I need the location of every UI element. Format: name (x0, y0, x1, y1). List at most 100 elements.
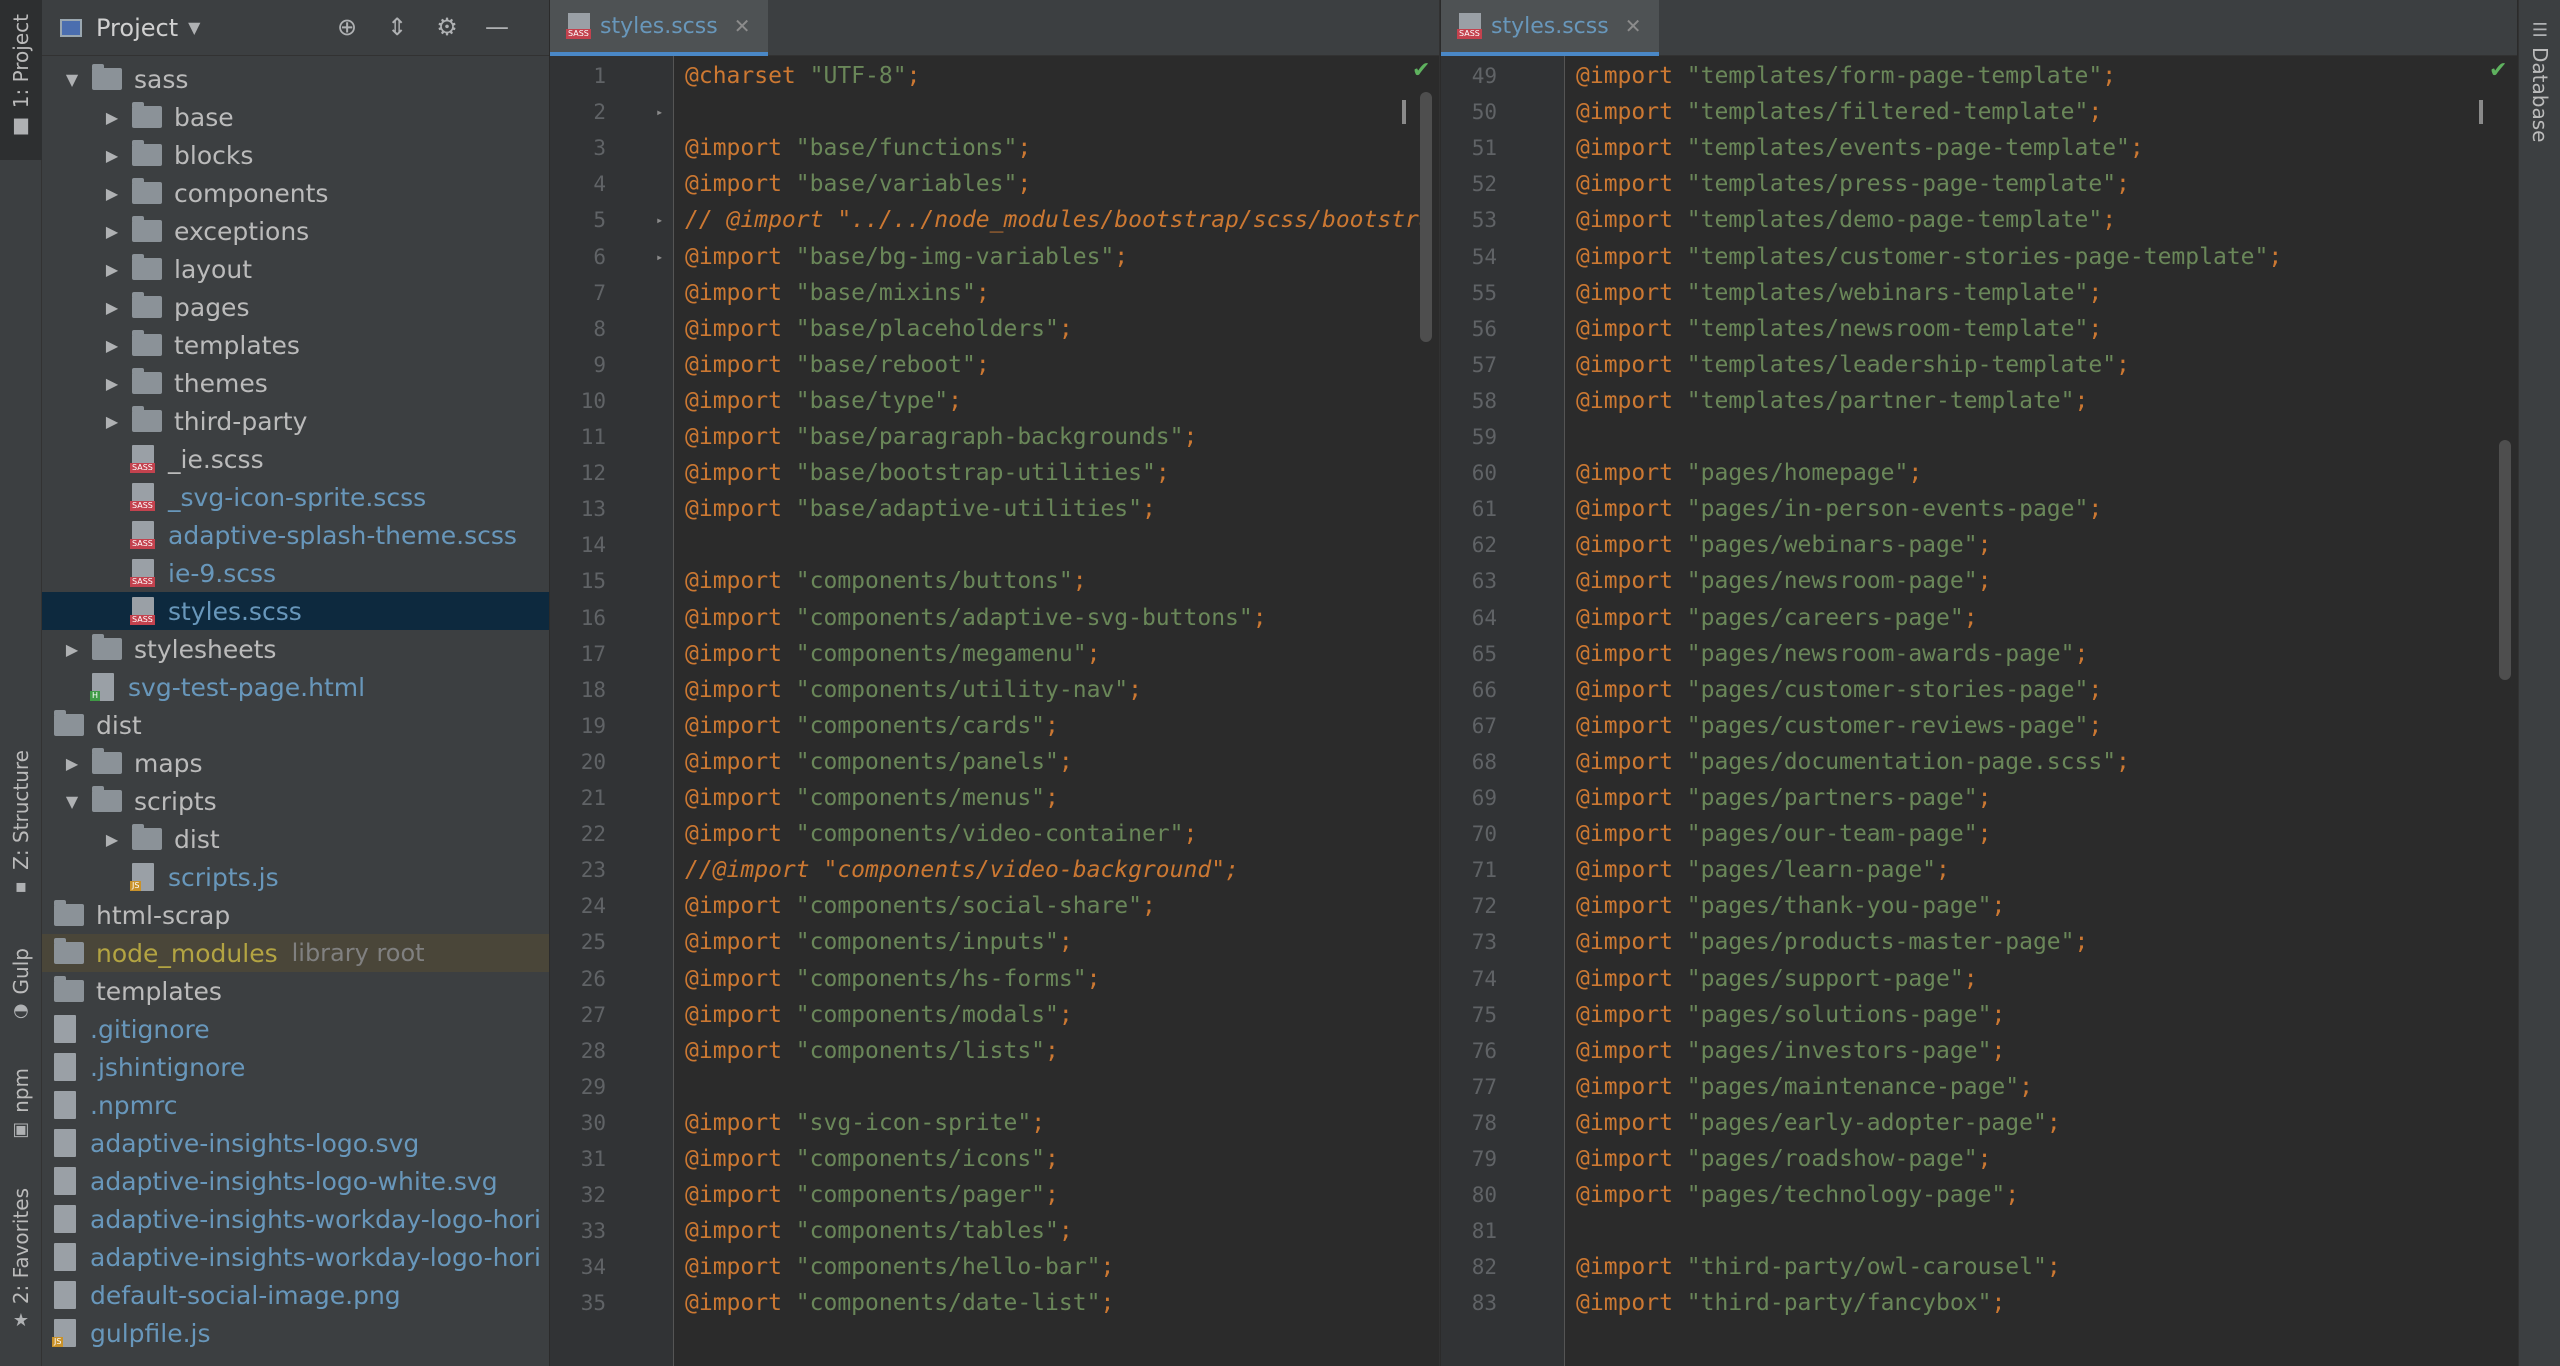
editor-tab-right[interactable]: SASS styles.scss ✕ (1441, 0, 1660, 56)
code-line[interactable]: 61 @import "pages/in-person-events-page"; (1441, 491, 2517, 527)
code-line[interactable]: 70 @import "pages/our-team-page"; (1441, 816, 2517, 852)
code-line[interactable]: 23 //@import "components/video-background… (550, 852, 1439, 888)
code-line[interactable]: 52 @import "templates/press-page-template… (1441, 166, 2517, 202)
code-line[interactable]: 28 @import "components/lists"; (550, 1033, 1439, 1069)
chevron-right-icon[interactable]: ▶ (100, 374, 124, 393)
chevron-right-icon[interactable]: ▶ (100, 260, 124, 279)
tree-file[interactable]: adaptive-insights-logo.svg (42, 1124, 549, 1162)
code-line[interactable]: 54 @import "templates/customer-stories-pa… (1441, 239, 2517, 275)
scrollbar-thumb[interactable] (1420, 92, 1432, 342)
code-line[interactable]: 21 @import "components/menus"; (550, 780, 1439, 816)
chevron-right-icon[interactable]: ▶ (60, 640, 84, 659)
code-line[interactable]: 56 @import "templates/newsroom-template"; (1441, 311, 2517, 347)
code-line[interactable]: 22 @import "components/video-container"; (550, 816, 1439, 852)
tree-folder[interactable]: ▶ components (42, 174, 549, 212)
code-line[interactable]: 62 @import "pages/webinars-page"; (1441, 527, 2517, 563)
code-line[interactable]: 14 (550, 527, 1439, 563)
editor-tab-left[interactable]: SASS styles.scss ✕ (550, 0, 769, 56)
chevron-down-icon[interactable]: ▼ (60, 792, 84, 811)
collapse-all-icon[interactable]: ⇕ (382, 12, 412, 42)
chevron-right-icon[interactable]: ▶ (100, 412, 124, 431)
tree-folder[interactable]: ▶ layout (42, 250, 549, 288)
close-icon[interactable]: ✕ (1625, 14, 1642, 38)
tool-tab-database[interactable]: ☰ Database (2519, 10, 2560, 170)
code-line[interactable]: 10 @import "base/type"; (550, 383, 1439, 419)
code-line[interactable]: 27 @import "components/modals"; (550, 997, 1439, 1033)
code-line[interactable]: 30 @import "svg-icon-sprite"; (550, 1105, 1439, 1141)
tree-folder[interactable]: dist (42, 706, 549, 744)
tree-file[interactable]: JS gulpfile.js (42, 1314, 549, 1352)
code-line[interactable]: 76 @import "pages/investors-page"; (1441, 1033, 2517, 1069)
tree-file[interactable]: Hsvg-test-page.html (42, 668, 549, 706)
code-line[interactable]: 11 @import "base/paragraph-backgrounds"; (550, 419, 1439, 455)
tree-folder[interactable]: ▶ exceptions (42, 212, 549, 250)
tree-file[interactable]: adaptive-insights-logo-white.svg (42, 1162, 549, 1200)
tree-folder[interactable]: ▶ themes (42, 364, 549, 402)
tree-folder[interactable]: ▶ templates (42, 326, 549, 364)
code-line[interactable]: 29 (550, 1069, 1439, 1105)
gear-icon[interactable]: ⚙ (432, 12, 462, 42)
code-line[interactable]: 57 @import "templates/leadership-template… (1441, 347, 2517, 383)
code-line[interactable]: 74 @import "pages/support-page"; (1441, 961, 2517, 997)
tool-tab-project[interactable]: 1: Project ▆ (0, 0, 42, 160)
tool-tab-structure[interactable]: Z: Structure ▪ (0, 750, 42, 920)
code-line[interactable]: 68 @import "pages/documentation-page.scss… (1441, 744, 2517, 780)
code-line[interactable]: 13 @import "base/adaptive-utilities"; (550, 491, 1439, 527)
tool-tab-gulp[interactable]: Gulp ◓ (0, 948, 42, 1038)
code-line[interactable]: 60 @import "pages/homepage"; (1441, 455, 2517, 491)
tool-tab-favorites[interactable]: 2: Favorites ★ (0, 1188, 42, 1348)
tree-folder[interactable]: ▶ maps (42, 744, 549, 782)
minimize-icon[interactable]: — (482, 12, 512, 42)
tree-file[interactable]: SASS adaptive-splash-theme.scss (42, 516, 549, 554)
code-line[interactable]: 81 (1441, 1213, 2517, 1249)
project-view-title[interactable]: Project (96, 14, 178, 42)
inspection-ok-icon[interactable]: ✔ (1412, 58, 1430, 83)
chevron-right-icon[interactable]: ▶ (100, 146, 124, 165)
tree-folder[interactable]: ▶ blocks (42, 136, 549, 174)
chevron-right-icon[interactable]: ▶ (100, 222, 124, 241)
close-icon[interactable]: ✕ (734, 14, 751, 38)
tree-file[interactable]: default-social-image.png (42, 1276, 549, 1314)
code-line[interactable]: 77 @import "pages/maintenance-page"; (1441, 1069, 2517, 1105)
chevron-right-icon[interactable]: ▶ (100, 298, 124, 317)
code-line[interactable]: 63 @import "pages/newsroom-page"; (1441, 563, 2517, 599)
code-line[interactable]: 67 @import "pages/customer-reviews-page"; (1441, 708, 2517, 744)
tree-file[interactable]: SASS styles.scss (42, 592, 549, 630)
chevron-right-icon[interactable]: ▶ (60, 754, 84, 773)
code-line[interactable]: 75 @import "pages/solutions-page"; (1441, 997, 2517, 1033)
tree-file[interactable]: SASS _ie.scss (42, 440, 549, 478)
code-line[interactable]: 5 ▸ // @import "../../node_modules/bootstr… (550, 202, 1439, 238)
code-line[interactable]: 72 @import "pages/thank-you-page"; (1441, 888, 2517, 924)
tool-tab-npm[interactable]: npm ▣ (0, 1068, 42, 1158)
code-line[interactable]: 32 @import "components/pager"; (550, 1177, 1439, 1213)
chevron-down-icon[interactable]: ▼ (188, 18, 200, 37)
code-line[interactable]: 15 @import "components/buttons"; (550, 563, 1439, 599)
chevron-right-icon[interactable]: ▶ (100, 336, 124, 355)
code-line[interactable]: 78 @import "pages/early-adopter-page"; (1441, 1105, 2517, 1141)
tree-file[interactable]: JS scripts.js (42, 858, 549, 896)
code-line[interactable]: 9 @import "base/reboot"; (550, 347, 1439, 383)
code-line[interactable]: 66 @import "pages/customer-stories-page"; (1441, 672, 2517, 708)
code-line[interactable]: 83 @import "third-party/fancybox"; (1441, 1285, 2517, 1321)
code-line[interactable]: 55 @import "templates/webinars-template"; (1441, 275, 2517, 311)
tree-folder[interactable]: templates (42, 972, 549, 1010)
tree-file[interactable]: .jshintignore (42, 1048, 549, 1086)
code-line[interactable]: 49 @import "templates/form-page-template"… (1441, 58, 2517, 94)
chevron-down-icon[interactable]: ▼ (60, 70, 84, 89)
tree-folder[interactable]: ▶ base (42, 98, 549, 136)
code-line[interactable]: 8 @import "base/placeholders"; (550, 311, 1439, 347)
tree-file[interactable]: adaptive-insights-workday-logo-hori (42, 1238, 549, 1276)
tree-folder[interactable]: ▼ scripts (42, 782, 549, 820)
code-line[interactable]: 65 @import "pages/newsroom-awards-page"; (1441, 636, 2517, 672)
code-line[interactable]: 31 @import "components/icons"; (550, 1141, 1439, 1177)
code-line[interactable]: 7 @import "base/mixins"; (550, 275, 1439, 311)
code-line[interactable]: 80 @import "pages/technology-page"; (1441, 1177, 2517, 1213)
chevron-right-icon[interactable]: ▶ (100, 108, 124, 127)
chevron-right-icon[interactable]: ▶ (100, 830, 124, 849)
fold-marker-icon[interactable]: ▸ (656, 105, 668, 119)
tree-file[interactable]: SASS _svg-icon-sprite.scss (42, 478, 549, 516)
code-line[interactable]: 71 @import "pages/learn-page"; (1441, 852, 2517, 888)
tree-file[interactable]: adaptive-insights-workday-logo-hori (42, 1200, 549, 1238)
tree-folder[interactable]: html-scrap (42, 896, 549, 934)
code-line[interactable]: 33 @import "components/tables"; (550, 1213, 1439, 1249)
